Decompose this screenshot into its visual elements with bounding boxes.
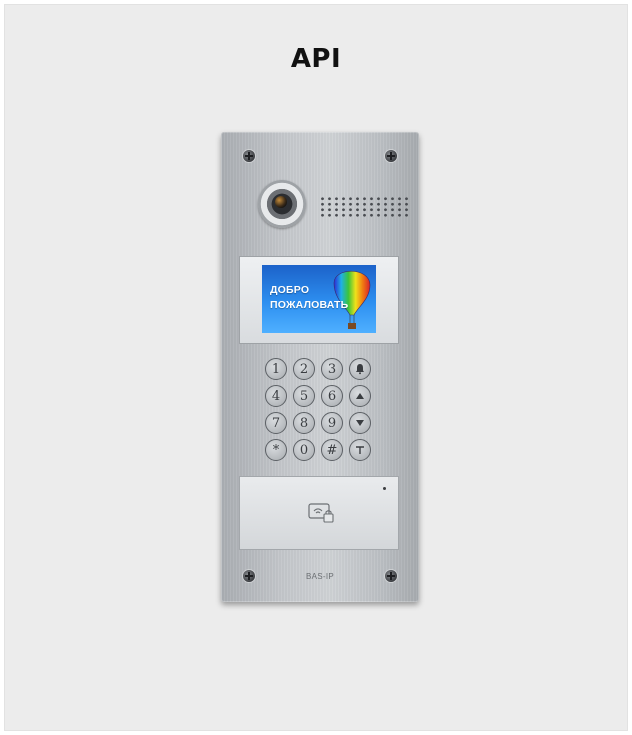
key-8[interactable]: 8 xyxy=(293,412,315,434)
keypad: 1 2 3 4 5 6 7 8 9 * 0 # xyxy=(265,358,375,461)
screw-icon xyxy=(243,150,255,162)
bell-key[interactable] xyxy=(349,358,371,380)
key-0[interactable]: 0 xyxy=(293,439,315,461)
welcome-line-2: ПОЖАЛОВАТЬ xyxy=(270,299,349,311)
key-3[interactable]: 3 xyxy=(321,358,343,380)
key-2[interactable]: 2 xyxy=(293,358,315,380)
key-5[interactable]: 5 xyxy=(293,385,315,407)
key-1[interactable]: 1 xyxy=(265,358,287,380)
bell-icon xyxy=(356,364,364,375)
intercom-panel: ДОБРО ПОЖАЛОВАТЬ 1 2 3 4 5 6 7 8 9 * 0 # xyxy=(221,132,419,602)
rfid-card-icon xyxy=(308,503,334,523)
key-6[interactable]: 6 xyxy=(321,385,343,407)
up-key[interactable] xyxy=(349,385,371,407)
brand-logo: BAS-IP xyxy=(305,572,335,581)
page-title: API xyxy=(290,44,342,74)
screw-icon xyxy=(385,150,397,162)
key-4[interactable]: 4 xyxy=(265,385,287,407)
down-arrow-icon xyxy=(356,420,364,426)
welcome-line-1: ДОБРО xyxy=(270,284,310,296)
key-key[interactable] xyxy=(349,439,371,461)
speaker-grille xyxy=(319,196,411,218)
led-indicator xyxy=(383,487,386,490)
display-bezel: ДОБРО ПОЖАЛОВАТЬ xyxy=(239,256,399,344)
up-arrow-icon xyxy=(356,393,364,399)
rfid-reader[interactable] xyxy=(239,476,399,550)
camera-lens-icon xyxy=(258,180,306,228)
key-hash[interactable]: # xyxy=(321,439,343,461)
display-screen: ДОБРО ПОЖАЛОВАТЬ xyxy=(262,265,376,333)
down-key[interactable] xyxy=(349,412,371,434)
key-7[interactable]: 7 xyxy=(265,412,287,434)
key-icon xyxy=(356,446,364,454)
key-9[interactable]: 9 xyxy=(321,412,343,434)
welcome-text: ДОБРО ПОЖАЛОВАТЬ xyxy=(270,283,348,313)
key-star[interactable]: * xyxy=(265,439,287,461)
